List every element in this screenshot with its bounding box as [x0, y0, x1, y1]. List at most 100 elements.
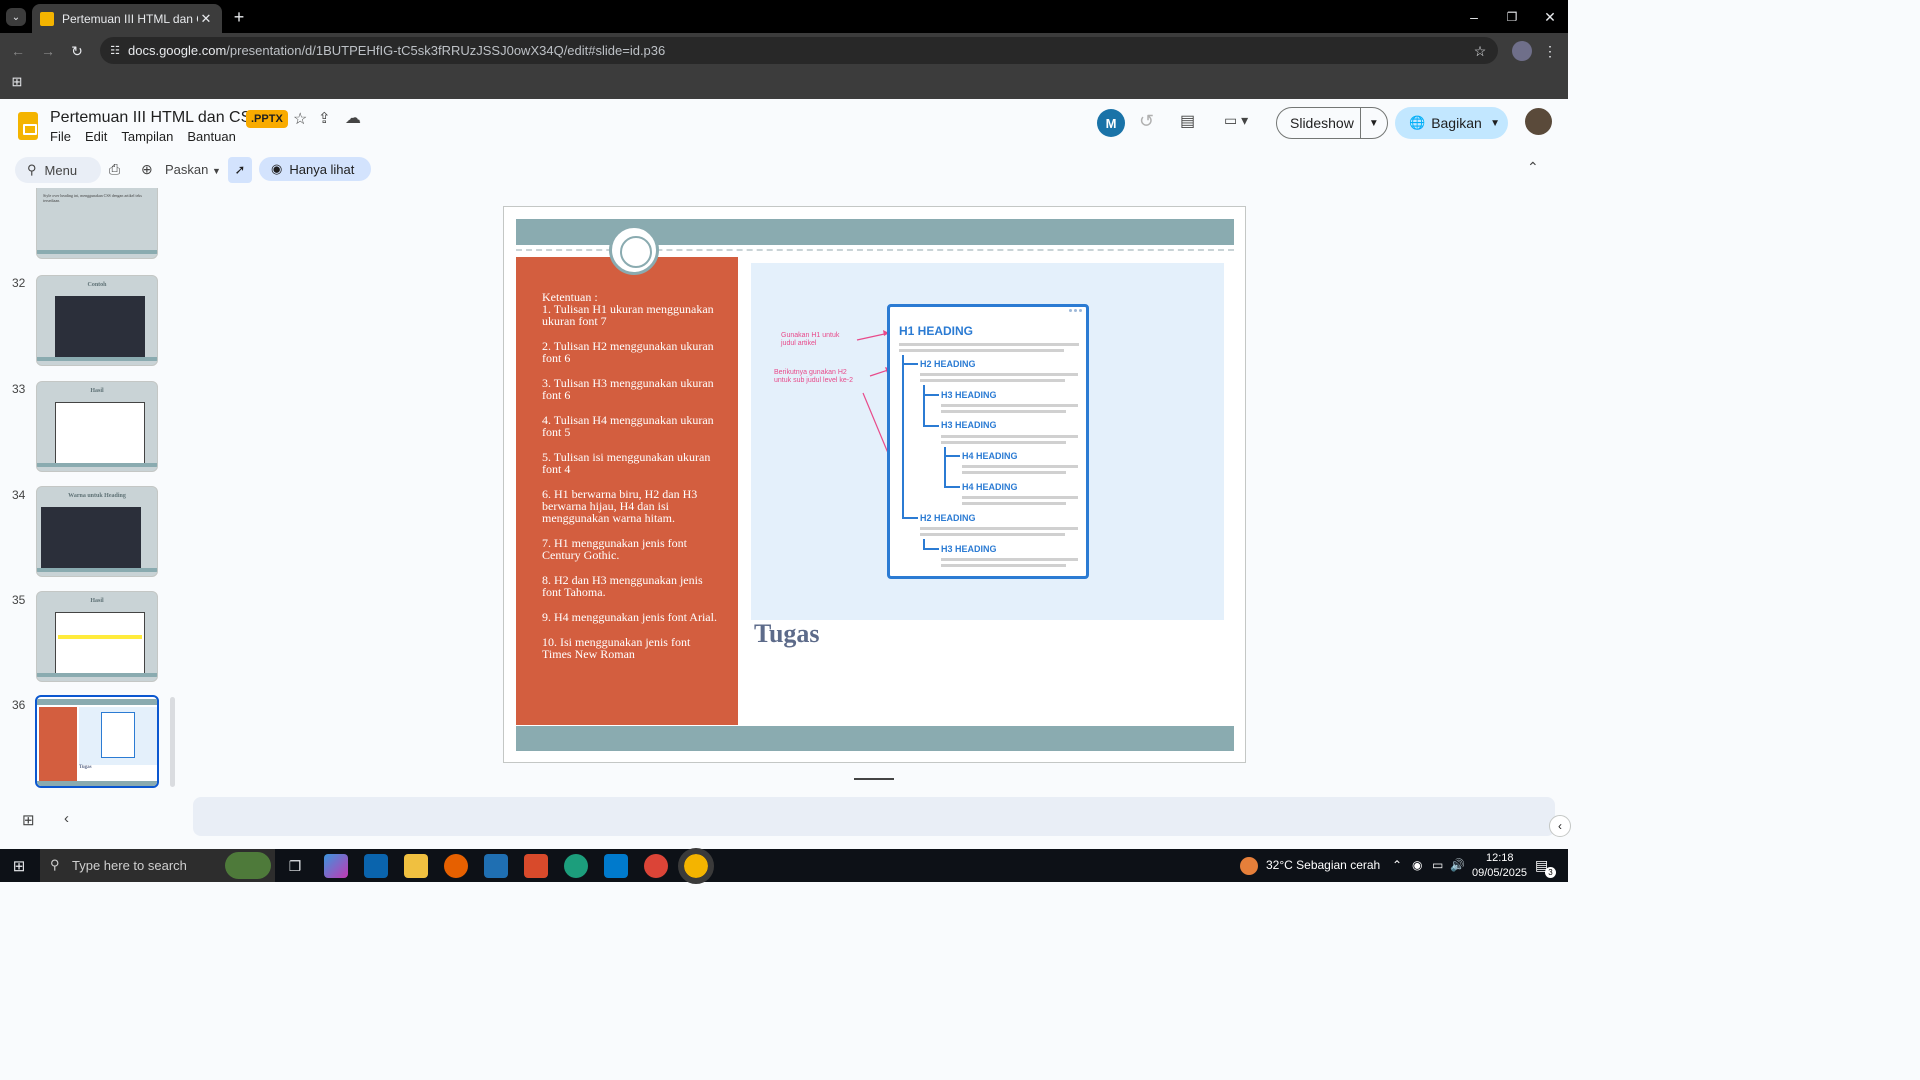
- account-avatar[interactable]: [1525, 108, 1552, 135]
- h4-label: H4 HEADING: [962, 451, 1018, 461]
- network-icon[interactable]: ▭: [1432, 858, 1443, 872]
- show-hidden-icons-icon[interactable]: ⌃: [1392, 858, 1402, 872]
- speaker-notes-area[interactable]: [193, 797, 1555, 836]
- weather-text[interactable]: 32°C Sebagian cerah: [1266, 858, 1380, 872]
- vscode-icon[interactable]: [604, 854, 628, 878]
- requirement-item: 8. H2 dan H3 menggunakan jenis font Taho…: [542, 573, 703, 599]
- close-window-icon[interactable]: ✕: [1540, 8, 1560, 26]
- menu-edit[interactable]: Edit: [85, 129, 107, 144]
- select-cursor-icon[interactable]: ➚: [228, 157, 252, 183]
- collapse-toolbar-icon[interactable]: ⌃: [1527, 159, 1539, 176]
- firefox-icon[interactable]: [444, 854, 468, 878]
- chrome-active-icon[interactable]: [678, 848, 714, 884]
- clock-time[interactable]: 12:18: [1486, 852, 1514, 864]
- copilot-icon[interactable]: [324, 854, 348, 878]
- address-bar[interactable]: ☷ docs.google.com/presentation/d/1BUTPEH…: [100, 37, 1498, 64]
- bottom-band: [516, 726, 1234, 751]
- meet-video-icon[interactable]: ▭ ▾: [1224, 112, 1248, 129]
- print-icon[interactable]: ⎙: [109, 161, 120, 178]
- menu-search[interactable]: ⚲ Menu: [15, 157, 101, 183]
- bookmark-star-icon[interactable]: ☆: [1470, 41, 1490, 61]
- xampp-icon[interactable]: [524, 854, 548, 878]
- speaker-notes-divider[interactable]: [854, 778, 894, 780]
- slides-logo-icon[interactable]: [18, 112, 38, 140]
- requirement-item: 5. Tulisan isi menggunakan ukuran font 4: [542, 450, 711, 476]
- window-dot: [1069, 309, 1072, 312]
- weather-icon[interactable]: [1240, 857, 1258, 875]
- collaborator-avatar[interactable]: M: [1097, 109, 1125, 137]
- thumb-band: [37, 568, 157, 572]
- site-info-icon[interactable]: ☷: [108, 43, 122, 57]
- outlook-icon[interactable]: [364, 854, 388, 878]
- document-title[interactable]: Pertemuan III HTML dan CSS: [50, 109, 262, 127]
- comments-icon[interactable]: ▤: [1180, 111, 1195, 131]
- slide-thumbnail-34[interactable]: Warna untuk Heading: [36, 486, 158, 577]
- reload-icon[interactable]: ↻: [67, 41, 87, 61]
- windows-start-icon[interactable]: ⊞: [10, 857, 28, 875]
- share-button[interactable]: 🌐 Bagikan ▼: [1395, 107, 1508, 139]
- forward-icon[interactable]: →: [38, 41, 58, 61]
- thumb-title: Warna untuk Heading: [68, 493, 126, 499]
- apps-grid-icon[interactable]: ⊞: [8, 73, 26, 91]
- thumb-highlight: [58, 635, 142, 639]
- menu-help[interactable]: Bantuan: [187, 129, 235, 144]
- version-history-icon[interactable]: ↺: [1139, 111, 1154, 132]
- h3-label: H3 HEADING: [941, 420, 997, 430]
- thumb-band: [37, 781, 157, 786]
- clock-date[interactable]: 09/05/2025: [1472, 867, 1527, 879]
- store-icon[interactable]: [484, 854, 508, 878]
- slide-thumbnail-31[interactable]: Style over heading ini, menggunakan CSS …: [36, 188, 158, 259]
- slideshow-dropdown-icon[interactable]: ▼: [1359, 108, 1387, 138]
- slide-number: 34: [12, 488, 26, 502]
- cloud-status-icon[interactable]: ☁: [345, 108, 361, 128]
- zoom-select[interactable]: Paskan ▼: [165, 162, 221, 177]
- menu-bar: File Edit Tampilan Bantuan: [50, 129, 236, 144]
- browser-tab[interactable]: Pertemuan III HTML dan CSS.pp ✕: [32, 4, 222, 33]
- collapse-filmstrip-icon[interactable]: ‹: [64, 810, 69, 827]
- close-tab-icon[interactable]: ✕: [198, 11, 214, 27]
- back-icon[interactable]: ←: [8, 41, 28, 61]
- view-only-button[interactable]: ◉ Hanya lihat: [259, 157, 371, 181]
- side-panel-toggle-icon[interactable]: ‹: [1549, 815, 1571, 837]
- thumb-text: Style over heading ini, menggunakan CSS …: [43, 193, 142, 203]
- zoom-icon[interactable]: ⊕: [141, 161, 153, 178]
- h4-label: H4 HEADING: [962, 482, 1018, 492]
- text-line: [962, 465, 1078, 468]
- menu-file[interactable]: File: [50, 129, 71, 144]
- slide-thumbnail-32[interactable]: Contoh: [36, 275, 158, 366]
- new-tab-button[interactable]: +: [230, 7, 248, 27]
- slideshow-button[interactable]: Slideshow ▼: [1276, 107, 1388, 139]
- slide-thumbnail-33[interactable]: Hasil: [36, 381, 158, 472]
- taskbar-search[interactable]: ⚲ Type here to search: [40, 849, 275, 882]
- filmstrip-scrollbar[interactable]: [170, 697, 175, 787]
- share-dropdown-icon[interactable]: ▼: [1490, 118, 1500, 129]
- text-line: [941, 558, 1078, 561]
- thumb-title: Tugas: [79, 765, 92, 770]
- slide-thumbnail-35[interactable]: Hasil: [36, 591, 158, 682]
- more-menu-icon[interactable]: ⋮: [1540, 41, 1560, 61]
- window-dot: [1079, 309, 1082, 312]
- grid-view-icon[interactable]: ⊞: [22, 811, 35, 829]
- menu-view[interactable]: Tampilan: [121, 129, 173, 144]
- minimize-icon[interactable]: –: [1464, 8, 1484, 26]
- move-to-drive-icon[interactable]: ⇪: [318, 109, 331, 127]
- tab-search-button[interactable]: ⌄: [6, 8, 26, 26]
- restore-icon[interactable]: ❐: [1502, 8, 1522, 26]
- thumb-band: [37, 673, 157, 677]
- edge-icon[interactable]: [564, 854, 588, 878]
- browser-tab-strip: ⌄ Pertemuan III HTML dan CSS.pp ✕ + – ❐ …: [0, 0, 1568, 33]
- requirement-item: 2. Tulisan H2 menggunakan ukuran font 6: [542, 339, 714, 365]
- file-explorer-icon[interactable]: [404, 854, 428, 878]
- text-line: [920, 533, 1065, 536]
- chrome-icon[interactable]: [644, 854, 668, 878]
- profile-avatar[interactable]: [1512, 41, 1532, 61]
- thumb-band: [37, 699, 157, 705]
- requirements-panel: Ketentuan : 1. Tulisan H1 ukuran menggun…: [516, 257, 738, 725]
- h1-label: H1 HEADING: [899, 324, 974, 338]
- task-view-icon[interactable]: ❐: [283, 854, 307, 878]
- slide-thumbnail-36[interactable]: Tugas: [35, 695, 159, 788]
- text-line: [920, 379, 1065, 382]
- star-icon[interactable]: ☆: [293, 109, 307, 129]
- volume-icon[interactable]: 🔊: [1450, 858, 1465, 872]
- record-icon[interactable]: ◉: [1412, 858, 1422, 872]
